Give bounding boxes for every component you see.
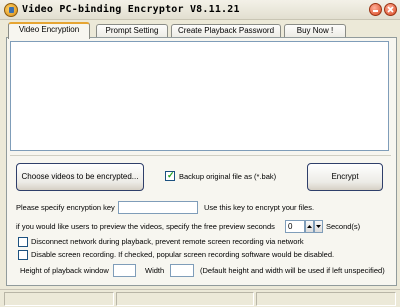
choose-videos-button[interactable]: Choose videos to be encrypted... — [16, 163, 144, 191]
disconnect-network-checkbox[interactable] — [18, 237, 28, 247]
minimize-button[interactable] — [369, 3, 382, 16]
backup-label: Backup original file as (*.bak) — [179, 172, 277, 181]
status-cell — [116, 292, 254, 306]
app-logo-icon — [4, 3, 18, 17]
preview-seconds-input[interactable]: 0 — [285, 220, 305, 233]
status-bar — [0, 289, 400, 307]
window-height-label: Height of playback window — [20, 266, 109, 275]
encrypt-button[interactable]: Encrypt — [307, 163, 383, 191]
video-file-list[interactable] — [10, 41, 389, 151]
spin-down-button[interactable] — [314, 220, 323, 233]
arrow-up-icon — [307, 225, 312, 228]
close-icon — [387, 6, 394, 13]
arrow-down-icon — [316, 225, 321, 228]
preview-seconds-label: if you would like users to preview the v… — [16, 222, 275, 231]
spin-up-button[interactable] — [305, 220, 314, 233]
window-title: Video PC-binding Encryptor V8.11.21 — [22, 4, 240, 15]
window-width-input[interactable] — [170, 264, 194, 277]
window-size-note: (Default height and width will be used i… — [200, 266, 385, 275]
backup-checkbox[interactable] — [165, 170, 175, 181]
tab-video-encryption[interactable]: Video Encryption — [8, 22, 90, 39]
status-cell — [4, 292, 114, 306]
window-width-label: Width — [145, 266, 165, 275]
close-button[interactable] — [384, 3, 397, 16]
tab-buy-now[interactable]: Buy Now ! — [284, 24, 346, 38]
disconnect-network-label: Disconnect network during playback, prev… — [31, 237, 304, 246]
divider — [10, 155, 391, 156]
title-bar[interactable]: Video PC-binding Encryptor V8.11.21 — [0, 0, 400, 20]
minimize-icon — [370, 4, 381, 15]
window-height-input[interactable] — [113, 264, 136, 277]
preview-seconds-spinner — [305, 220, 323, 233]
encryption-key-hint: Use this key to encrypt your files. — [204, 203, 315, 212]
tab-create-playback-password[interactable]: Create Playback Password — [171, 24, 281, 38]
status-cell — [256, 292, 396, 306]
disable-recording-label: Disable screen recording. If checked, po… — [31, 250, 335, 259]
tab-prompt-setting[interactable]: Prompt Setting — [96, 24, 168, 38]
tab-strip: Video Encryption Prompt Setting Create P… — [6, 22, 396, 39]
disable-recording-checkbox[interactable] — [18, 250, 28, 260]
encryption-key-label: Please specify encryption key — [16, 203, 115, 212]
main-window: Video PC-binding Encryptor V8.11.21 Vide… — [0, 0, 400, 307]
encryption-key-input[interactable] — [118, 201, 198, 214]
seconds-unit-label: Second(s) — [326, 222, 361, 231]
